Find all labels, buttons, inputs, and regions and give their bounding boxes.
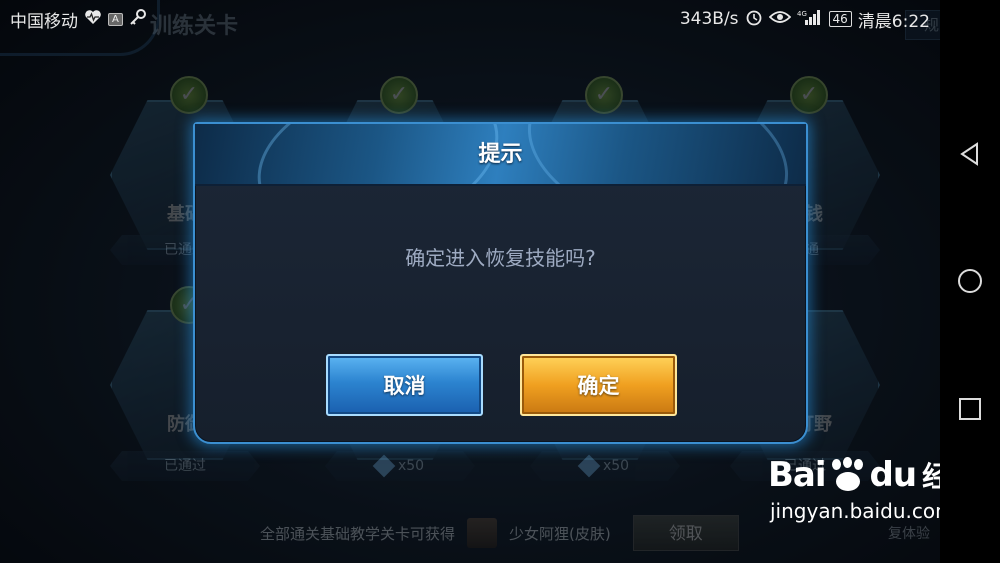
clock: 清晨6:22: [857, 11, 930, 32]
back-icon[interactable]: [955, 139, 985, 169]
navigation-bar: [940, 0, 1000, 563]
heart-icon: [84, 9, 102, 30]
paw-icon: [828, 457, 868, 493]
dialog-header: 提示: [195, 124, 806, 186]
battery-indicator: 46: [828, 11, 852, 27]
game-screen: 中国移动 A 343B/s 4G 46 清晨6:22 训练关卡 规则 ✓ 基础 …: [0, 0, 1000, 563]
signal-icon: 4G: [797, 8, 823, 31]
status-bar: 中国移动 A 343B/s 4G 46 清晨6:22: [0, 0, 940, 38]
eye-icon: [768, 9, 791, 30]
confirm-dialog: 提示 确定进入恢复技能吗? 取消 确定: [193, 122, 808, 444]
cancel-button[interactable]: 取消: [326, 354, 483, 416]
home-icon[interactable]: [955, 266, 985, 296]
svg-text:4G: 4G: [797, 10, 807, 18]
a-icon: A: [108, 12, 123, 26]
net-speed: 343B/s: [679, 9, 739, 29]
key-icon: [129, 8, 147, 31]
recents-icon[interactable]: [955, 394, 985, 424]
confirm-button[interactable]: 确定: [520, 354, 677, 416]
carrier-label: 中国移动: [10, 11, 78, 32]
dialog-title: 提示: [478, 142, 523, 167]
watermark-brand-left: Bai: [768, 455, 827, 495]
watermark-brand-right: du: [869, 455, 918, 495]
alarm-icon: [745, 8, 763, 31]
dialog-message: 确定进入恢复技能吗?: [405, 246, 596, 270]
